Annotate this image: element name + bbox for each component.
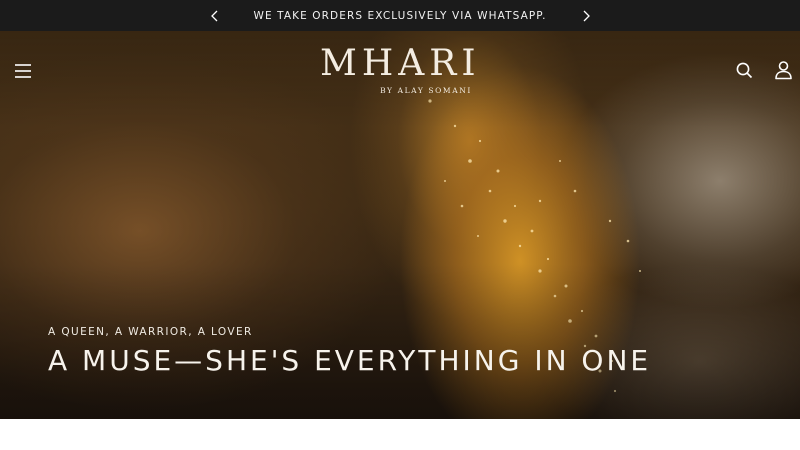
hamburger-menu-icon[interactable] bbox=[13, 63, 33, 79]
hero-kicker: A QUEEN, A WARRIOR, A LOVER bbox=[48, 326, 253, 338]
chevron-right-icon[interactable] bbox=[579, 8, 593, 22]
search-icon[interactable] bbox=[735, 61, 754, 80]
announcement-bar: WE TAKE ORDERS EXCLUSIVELY VIA WHATSAPP. bbox=[0, 0, 800, 31]
announcement-text: WE TAKE ORDERS EXCLUSIVELY VIA WHATSAPP. bbox=[253, 9, 547, 22]
site-logo[interactable]: MHARI BY ALAY SOMANI bbox=[320, 44, 480, 104]
logo-wordmark: MHARI bbox=[320, 43, 481, 84]
hero-title: A MUSE—SHE'S EVERYTHING IN ONE bbox=[48, 344, 652, 377]
user-account-icon[interactable] bbox=[774, 60, 793, 80]
logo-tagline: BY ALAY SOMANI bbox=[380, 86, 472, 95]
chevron-left-icon[interactable] bbox=[208, 8, 222, 22]
